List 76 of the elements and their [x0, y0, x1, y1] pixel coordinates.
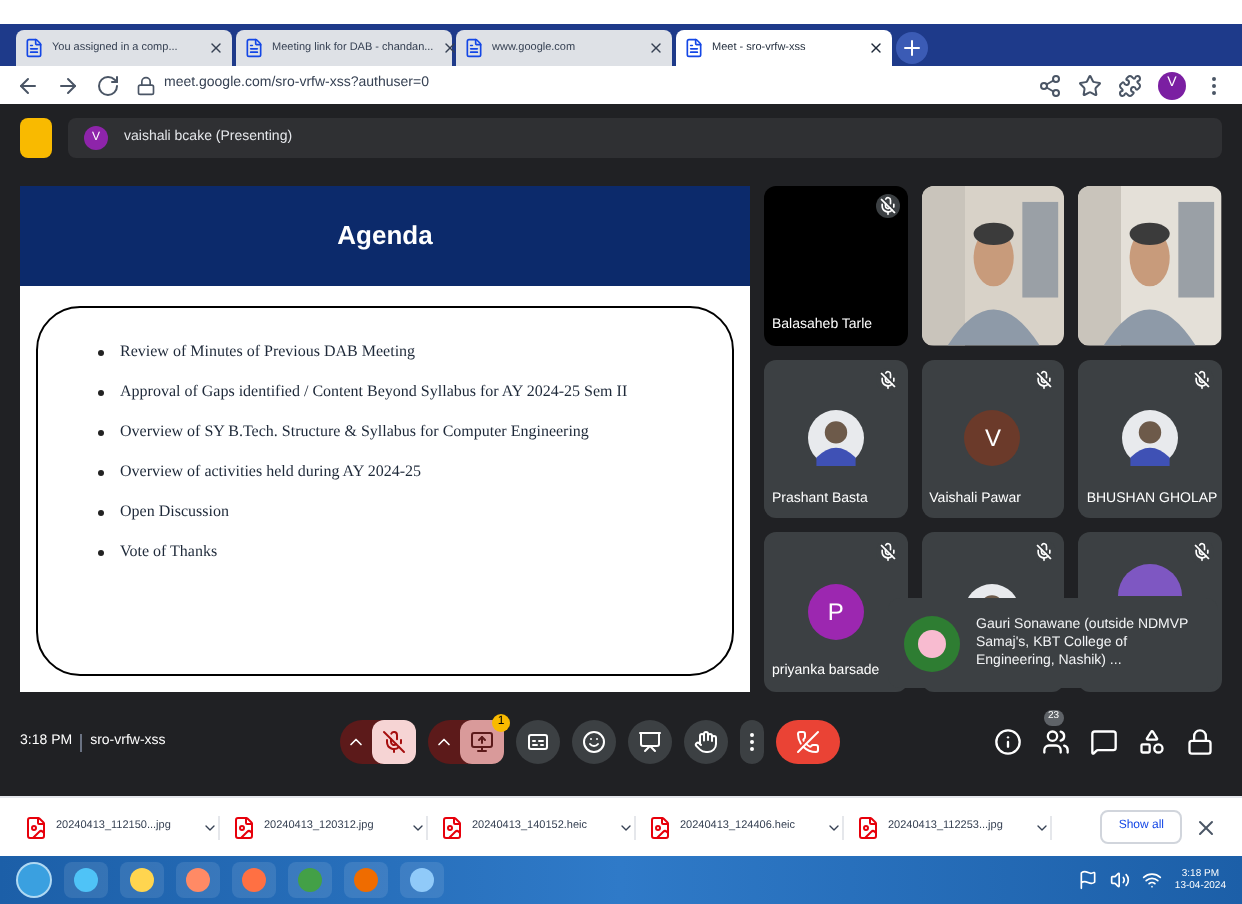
flag-icon[interactable] — [1078, 870, 1099, 890]
agenda-text: Approval of Gaps identified / Content Beyond Syllabus for AY 2024-25 Sem II — [120, 380, 628, 404]
easel-icon — [638, 730, 662, 754]
mic-off-icon — [382, 730, 406, 754]
emoji-button[interactable] — [572, 720, 616, 764]
captions-icon — [526, 730, 550, 754]
reload-icon[interactable] — [96, 73, 120, 97]
new-tab-icon[interactable] — [896, 32, 928, 64]
page-icon — [244, 38, 264, 58]
bullet-icon — [98, 429, 104, 435]
bullet-icon — [98, 509, 104, 515]
avatar-letter: V — [964, 410, 1021, 467]
taskbar-app-icon[interactable] — [400, 862, 444, 898]
avatar-icon — [807, 410, 864, 467]
taskbar-app-icon[interactable] — [64, 862, 108, 898]
app-icon — [298, 868, 322, 892]
agenda-text: Vote of Thanks — [120, 540, 218, 564]
phone-off-icon — [796, 730, 820, 754]
camera-button[interactable] — [460, 720, 504, 764]
agenda-text: Review of Minutes of Previous DAB Meeting — [120, 340, 416, 364]
volume-icon[interactable] — [1110, 870, 1131, 890]
app-icon — [74, 868, 98, 892]
extensions-icon[interactable] — [1118, 73, 1142, 97]
start-button[interactable] — [16, 862, 52, 898]
hand-icon — [694, 730, 718, 754]
mic-off-icon — [875, 194, 900, 218]
agenda-text: Overview of activities held during AY 2024-25 — [120, 460, 421, 484]
app-icon — [186, 868, 210, 892]
back-icon[interactable] — [16, 73, 40, 97]
info-icon[interactable] — [994, 728, 1022, 756]
taskbar-app-icon[interactable] — [120, 862, 164, 898]
app-icon — [130, 868, 154, 892]
present-button[interactable] — [628, 720, 672, 764]
agenda-text: Open Discussion — [120, 500, 229, 524]
bullet-icon — [98, 349, 104, 355]
smiley-icon — [582, 730, 606, 754]
app-icon — [410, 868, 434, 892]
image-file-icon — [440, 815, 464, 839]
image-file-icon — [648, 815, 672, 839]
bullet-icon — [98, 549, 104, 555]
close-icon[interactable] — [1194, 815, 1218, 839]
close-icon[interactable] — [868, 40, 884, 56]
raise-hand-button[interactable] — [684, 720, 728, 764]
bullet-icon — [98, 469, 104, 475]
page-icon — [464, 38, 484, 58]
app-icon — [354, 868, 378, 892]
network-icon[interactable] — [1142, 870, 1163, 890]
close-icon[interactable] — [208, 40, 224, 56]
image-file-icon — [24, 815, 48, 839]
share-icon[interactable] — [1038, 73, 1062, 97]
app-icon — [242, 868, 266, 892]
star-icon[interactable] — [1078, 73, 1102, 97]
avatar-letter: P — [807, 584, 864, 641]
close-icon[interactable] — [441, 40, 458, 56]
page-icon — [24, 38, 44, 58]
agenda-text: Overview of SY B.Tech. Structure & Syllabus for Computer Engineering — [120, 420, 589, 444]
more-options-button[interactable] — [740, 720, 764, 764]
leave-call-button[interactable] — [776, 720, 840, 764]
bullet-icon — [98, 389, 104, 395]
people-icon[interactable] — [1042, 728, 1070, 756]
activities-icon[interactable] — [1138, 728, 1166, 756]
image-file-icon — [856, 815, 880, 839]
avatar-icon — [904, 615, 960, 671]
slide-title: Agenda — [337, 218, 433, 255]
mic-button[interactable] — [372, 720, 416, 764]
chat-icon[interactable] — [1090, 728, 1118, 756]
app-icon — [20, 118, 52, 158]
page-icon — [684, 38, 704, 58]
close-icon[interactable] — [648, 40, 664, 56]
lock-icon — [136, 75, 156, 95]
host-controls-icon[interactable] — [1186, 728, 1214, 756]
avatar-icon — [1122, 410, 1179, 467]
screen-share-icon — [470, 730, 494, 754]
image-file-icon — [232, 815, 256, 839]
forward-icon[interactable] — [56, 73, 80, 97]
captions-button[interactable] — [516, 720, 560, 764]
